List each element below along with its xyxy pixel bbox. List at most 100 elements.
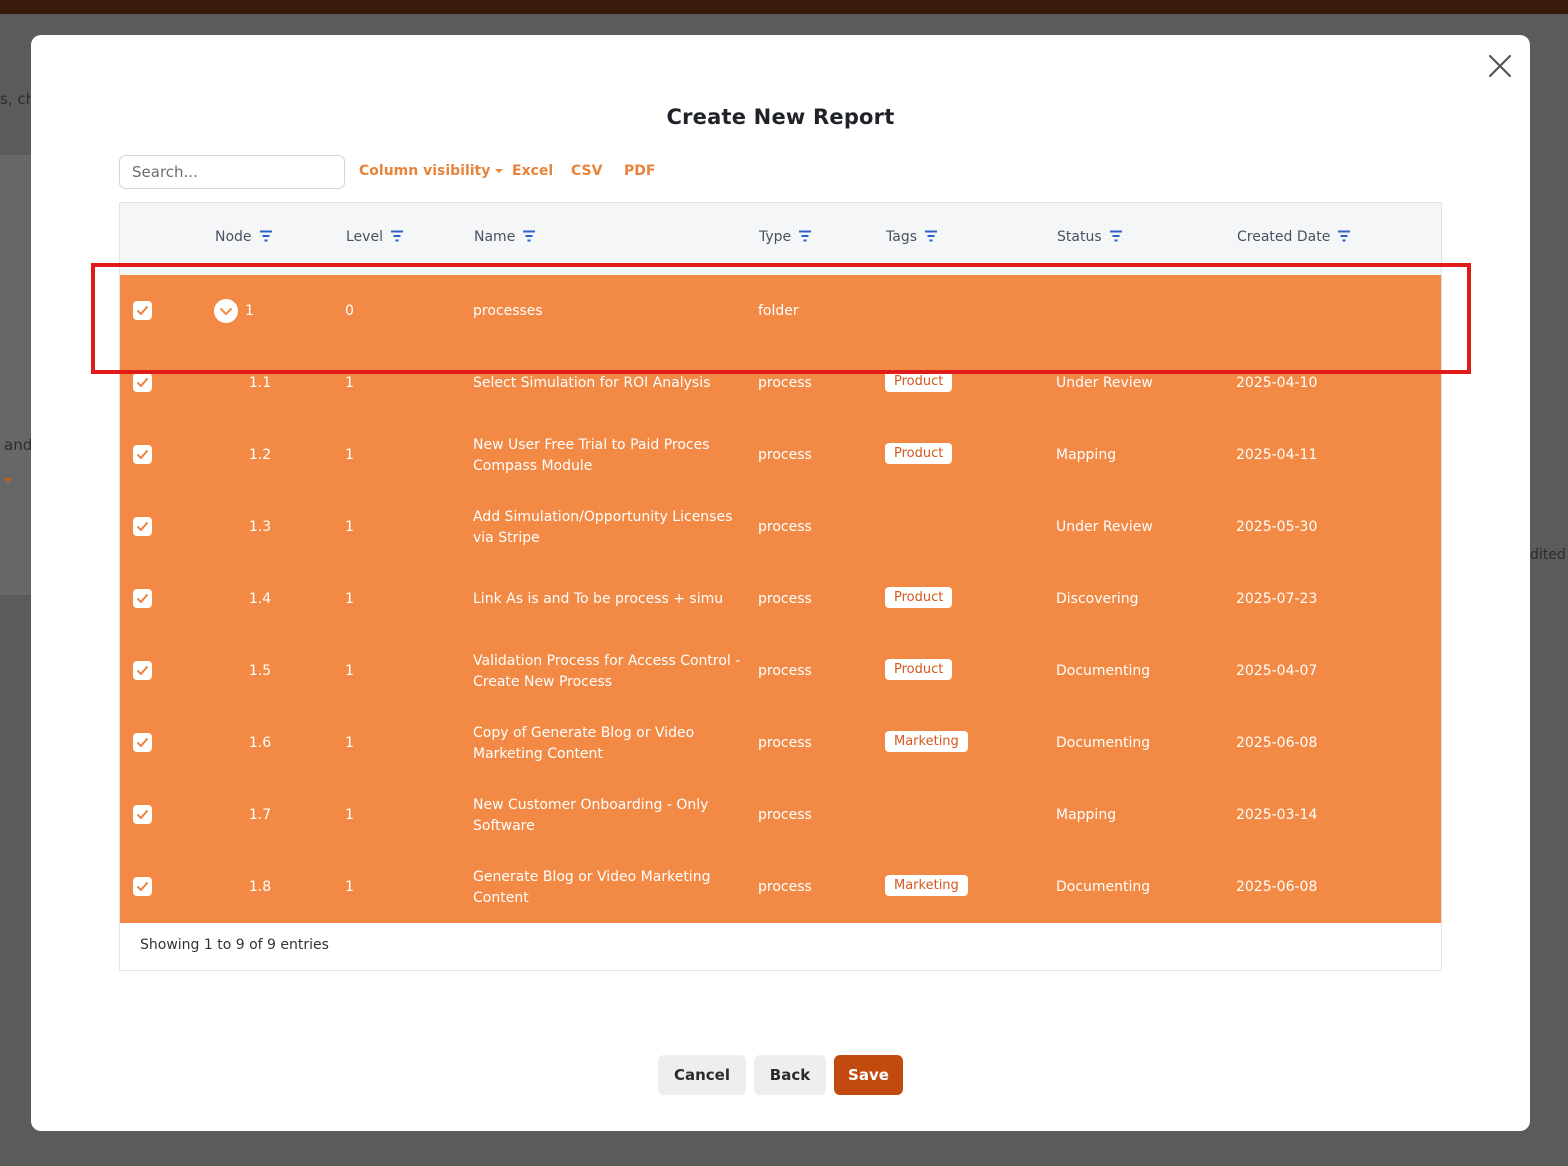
entries-info: Showing 1 to 9 of 9 entries [140, 937, 329, 953]
cancel-button[interactable]: Cancel [658, 1055, 746, 1095]
name-cell: Generate Blog or Video Marketing Content [473, 869, 711, 906]
table-row[interactable]: 1.8 1 Generate Blog or Video Marketing Con… [120, 851, 1441, 924]
node-cell: 1.6 [248, 735, 272, 751]
modal-title: Create New Report [666, 105, 895, 129]
name-cell: Copy of Generate Blog or Video Marketing… [473, 725, 695, 762]
filter-icon[interactable] [390, 230, 404, 242]
status-cell: Documenting [1056, 879, 1151, 895]
status-cell: Documenting [1056, 735, 1151, 751]
node-cell: 1.4 [248, 591, 272, 607]
type-cell: process [758, 519, 812, 535]
name-cell: New Customer Onboarding - Only Software [473, 797, 709, 834]
created-date-cell: 2025-07-23 [1236, 591, 1318, 607]
name-cell: processes [473, 303, 543, 319]
created-date-cell: 2025-06-08 [1236, 735, 1318, 751]
create-report-modal: Create New Report Column visibility Exce… [31, 35, 1530, 1131]
row-checkbox[interactable] [133, 589, 152, 608]
node-cell: 1.2 [248, 447, 272, 463]
background-panel [0, 155, 31, 595]
background-text: dited [1530, 547, 1566, 563]
column-header[interactable]: Level [346, 229, 404, 245]
table-row[interactable]: 1.7 1 New Customer Onboarding - Only Softw… [120, 779, 1441, 852]
column-header[interactable]: Created Date [1237, 229, 1351, 245]
row-checkbox[interactable] [133, 373, 152, 392]
name-cell: Validation Process for Access Control - … [473, 653, 741, 690]
created-date-cell: 2025-06-08 [1236, 879, 1318, 895]
save-button[interactable]: Save [834, 1055, 903, 1095]
column-visibility-label: Column visibility [359, 163, 491, 179]
table-row[interactable]: 1 0 processes folder [120, 275, 1441, 348]
row-checkbox[interactable] [133, 877, 152, 896]
excel-export-button[interactable]: Excel [512, 163, 553, 179]
background-text: s, ch [0, 90, 36, 108]
row-checkbox[interactable] [133, 517, 152, 536]
back-button[interactable]: Back [754, 1055, 826, 1095]
column-header-label: Node [215, 229, 252, 245]
tag-badge: Marketing [885, 875, 968, 896]
pdf-export-button[interactable]: PDF [624, 163, 655, 179]
type-cell: folder [758, 303, 799, 319]
status-cell: Mapping [1056, 807, 1117, 823]
table-row[interactable]: 1.4 1 Link As is and To be process + simu p… [120, 563, 1441, 636]
name-cell: New User Free Trial to Paid Proces Compa… [473, 437, 710, 474]
type-cell: process [758, 375, 812, 391]
column-visibility-button[interactable]: Column visibility [359, 163, 504, 179]
name-cell: Add Simulation/Opportunity Licenses via … [473, 509, 733, 546]
filter-icon[interactable] [259, 230, 273, 242]
column-header[interactable]: Tags [886, 229, 938, 245]
node-cell: 1.1 [248, 375, 272, 391]
row-checkbox[interactable] [133, 445, 152, 464]
type-cell: process [758, 447, 812, 463]
app-top-bar [0, 0, 1568, 14]
tag-badge: Product [885, 371, 953, 392]
column-header-label: Name [474, 229, 516, 245]
table-row[interactable]: 1.3 1 Add Simulation/Opportunity Licenses … [120, 491, 1441, 564]
created-date-cell: 2025-05-30 [1236, 519, 1318, 535]
chevron-down-icon[interactable] [214, 299, 238, 323]
node-cell: 1.8 [248, 879, 272, 895]
row-checkbox[interactable] [133, 733, 152, 752]
table-row[interactable]: 1.2 1 New User Free Trial to Paid Proces C… [120, 419, 1441, 492]
column-header[interactable]: Type [759, 229, 812, 245]
table-row[interactable]: 1.1 1 Select Simulation for ROI Analysis pr… [120, 347, 1441, 420]
level-cell: 1 [345, 807, 354, 823]
filter-icon[interactable] [522, 230, 536, 242]
table-row[interactable]: 1.6 1 Copy of Generate Blog or Video Marke… [120, 707, 1441, 780]
filter-icon[interactable] [798, 230, 812, 242]
column-header[interactable]: Status [1057, 229, 1123, 245]
filter-icon[interactable] [1109, 230, 1123, 242]
column-header[interactable]: Node [215, 229, 273, 245]
column-header[interactable]: Name [474, 229, 536, 245]
tag-badge: Marketing [885, 731, 968, 752]
column-header-label: Status [1057, 229, 1102, 245]
row-checkbox[interactable] [133, 301, 152, 320]
caret-down-icon [495, 169, 504, 173]
column-header-label: Tags [886, 229, 917, 245]
search-input[interactable] [119, 155, 345, 189]
row-checkbox[interactable] [133, 661, 152, 680]
column-header-label: Created Date [1237, 229, 1331, 245]
node-cell: 1.7 [248, 807, 272, 823]
close-icon[interactable] [1486, 52, 1514, 80]
table-header: Node Level Name Type Tags Status Created Date [120, 203, 1441, 275]
level-cell: 0 [345, 303, 354, 319]
level-cell: 1 [345, 663, 354, 679]
status-cell: Under Review [1056, 375, 1153, 391]
name-cell: Select Simulation for ROI Analysis [473, 375, 711, 391]
filter-icon[interactable] [1337, 230, 1351, 242]
status-cell: Documenting [1056, 663, 1151, 679]
type-cell: process [758, 735, 812, 751]
node-cell: 1 [245, 303, 254, 319]
filter-icon[interactable] [924, 230, 938, 242]
node-cell: 1.3 [248, 519, 272, 535]
type-cell: process [758, 663, 812, 679]
csv-export-button[interactable]: CSV [571, 163, 602, 179]
type-cell: process [758, 807, 812, 823]
background-text: and [4, 436, 33, 454]
created-date-cell: 2025-03-14 [1236, 807, 1318, 823]
level-cell: 1 [345, 447, 354, 463]
tag-badge: Product [885, 659, 953, 680]
row-checkbox[interactable] [133, 805, 152, 824]
table-footer: Showing 1 to 9 of 9 entries [120, 923, 1441, 970]
table-row[interactable]: 1.5 1 Validation Process for Access Contro… [120, 635, 1441, 708]
